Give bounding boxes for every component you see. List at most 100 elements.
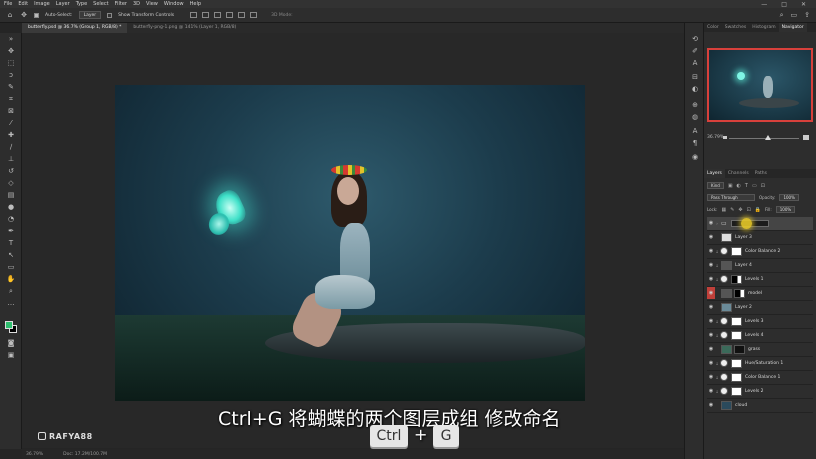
align-left-icon[interactable] (190, 12, 198, 18)
layer-row[interactable]: ◉ model (707, 287, 813, 301)
align-center-icon[interactable] (202, 12, 210, 18)
lasso-tool-icon[interactable]: ↄ (6, 71, 16, 79)
eye-icon[interactable]: ◉ (707, 318, 715, 324)
marquee-tool-icon[interactable]: ⬚ (6, 59, 16, 67)
character-panel-icon[interactable]: A (691, 59, 699, 67)
eraser-tool-icon[interactable]: ◇ (6, 179, 16, 187)
canvas-area[interactable] (22, 33, 684, 448)
frame-tool-icon[interactable]: ⊠ (6, 107, 16, 115)
filter-smart-icon[interactable]: ⊡ (761, 183, 765, 189)
align-right-icon[interactable] (214, 12, 222, 18)
lock-transparent-icon[interactable]: ▦ (721, 207, 726, 213)
tab-histogram[interactable]: Histogram (749, 23, 778, 32)
close-button[interactable]: ✕ (801, 1, 806, 8)
quick-mask-icon[interactable]: ◙ (6, 339, 16, 347)
adjustments-panel-icon[interactable]: ◐ (691, 85, 699, 93)
lock-artboard-icon[interactable]: ⊡ (747, 207, 751, 213)
styles-panel-icon[interactable]: ⊕ (691, 101, 699, 109)
eyedropper-tool-icon[interactable]: ⁄ (6, 119, 16, 127)
align-top-icon[interactable] (226, 12, 234, 18)
properties-panel-icon[interactable]: ⊟ (691, 73, 699, 81)
menu-file[interactable]: File (4, 1, 12, 7)
auto-select-dropdown[interactable]: Layer (78, 11, 102, 19)
move-tool-icon[interactable]: ✥ (20, 11, 28, 19)
document-image[interactable] (115, 85, 585, 401)
menu-3d[interactable]: 3D (133, 1, 140, 7)
zoom-out-icon[interactable] (723, 136, 727, 139)
tab-navigator[interactable]: Navigator (778, 23, 807, 32)
lock-all-icon[interactable]: 🔒 (755, 207, 761, 213)
home-icon[interactable]: ⌂ (6, 11, 14, 19)
paragraph-panel-icon[interactable]: A (691, 127, 699, 135)
menu-help[interactable]: Help (190, 1, 201, 7)
filter-adjustment-icon[interactable]: ◐ (737, 183, 741, 189)
eye-icon[interactable]: ◉ (707, 262, 715, 268)
eye-icon[interactable]: ◉ (707, 234, 715, 240)
filter-pixel-icon[interactable]: ▣ (728, 183, 733, 189)
minimize-button[interactable]: — (761, 1, 767, 8)
menu-layer[interactable]: Layer (56, 1, 70, 7)
layer-row[interactable]: ◉ ↓ Levels 2 (707, 385, 813, 399)
layer-row[interactable]: ◉ ↓ Levels 4 (707, 329, 813, 343)
layer-row[interactable]: ◉ Layer 2 (707, 301, 813, 315)
tab-butterfly-psd[interactable]: butterfly.psd @ 36.7% (Group 1, RGB/8) * (22, 23, 128, 33)
healing-brush-icon[interactable]: ✚ (6, 131, 16, 139)
eye-icon[interactable]: ◉ (707, 276, 715, 282)
history-panel-icon[interactable]: ⟲ (691, 35, 699, 43)
menu-image[interactable]: Image (34, 1, 50, 7)
fill-input[interactable]: 100% (775, 206, 796, 213)
navigator-zoom-value[interactable]: 36.79% (707, 135, 724, 140)
collapse-arrows-icon[interactable]: » (6, 35, 16, 43)
eye-icon[interactable]: ◉ (707, 287, 715, 300)
blend-mode-dropdown[interactable]: Pass Through (707, 194, 755, 201)
gradient-tool-icon[interactable]: ▤ (6, 191, 16, 199)
layer-row[interactable]: ◉ ↓ Color Balance 2 (707, 245, 813, 259)
eye-icon[interactable]: ◉ (707, 304, 715, 310)
layer-comps-icon[interactable]: ◉ (691, 153, 699, 161)
move-tool-icon[interactable]: ✥ (6, 47, 16, 55)
pen-tool-icon[interactable]: ✒ (6, 227, 16, 235)
layer-row[interactable]: ◉ ↓ Layer 4 (707, 259, 813, 273)
opacity-input[interactable]: 100% (779, 194, 799, 201)
zoom-slider-track[interactable] (729, 138, 799, 139)
tab-layers[interactable]: Layers (704, 169, 725, 178)
eye-icon[interactable]: ◉ (707, 248, 715, 254)
eye-icon[interactable]: ◉ (707, 388, 715, 394)
eye-icon[interactable]: ◉ (707, 346, 715, 352)
maximize-button[interactable]: □ (781, 1, 787, 8)
crop-tool-icon[interactable]: ⌗ (6, 95, 16, 103)
transform-controls-checkbox[interactable] (107, 12, 113, 18)
menu-select[interactable]: Select (93, 1, 108, 7)
workspace-icon[interactable]: ▭ (791, 11, 798, 20)
layer-kind-filter[interactable]: Kind (707, 182, 724, 189)
tab-paths[interactable]: Paths (752, 169, 770, 178)
share-icon[interactable]: ⇪ (804, 11, 810, 20)
eye-icon[interactable]: ◉ (707, 360, 715, 366)
layer-row[interactable]: ◉ grass (707, 343, 813, 357)
status-zoom[interactable]: 36.79% (26, 452, 43, 457)
tab-butterfly-png[interactable]: butterfly-png-1.png @ 141% (Layer 1, RGB… (127, 23, 242, 33)
type-tool-icon[interactable]: T (6, 239, 16, 247)
foreground-color-swatch[interactable] (5, 321, 13, 329)
zoom-slider-handle[interactable] (765, 135, 771, 140)
menu-type[interactable]: Type (76, 1, 87, 7)
auto-select-checkbox[interactable] (34, 12, 39, 18)
clone-stamp-icon[interactable]: ⊥ (6, 155, 16, 163)
align-middle-icon[interactable] (238, 12, 246, 18)
brush-panel-icon[interactable]: ✐ (691, 47, 699, 55)
blur-tool-icon[interactable]: ● (6, 203, 16, 211)
filter-shape-icon[interactable]: ▭ (752, 183, 757, 189)
layer-row[interactable]: ◉ ↓ Levels 1 (707, 273, 813, 287)
eye-icon[interactable]: ◉ (707, 402, 715, 408)
glyphs-panel-icon[interactable]: ¶ (691, 139, 699, 147)
layer-row[interactable]: ◉ ↓ Levels 3 (707, 315, 813, 329)
menu-edit[interactable]: Edit (18, 1, 28, 7)
layer-row[interactable]: ◉ ↓ Hue/Saturation 1 (707, 357, 813, 371)
history-brush-icon[interactable]: ↺ (6, 167, 16, 175)
align-bottom-icon[interactable] (250, 12, 258, 18)
navigator-thumbnail[interactable] (707, 48, 813, 122)
libraries-panel-icon[interactable]: ◍ (691, 113, 699, 121)
menu-view[interactable]: View (146, 1, 158, 7)
layer-row[interactable]: ◉ ↓ Color Balance 1 (707, 371, 813, 385)
zoom-in-icon[interactable] (803, 135, 809, 140)
